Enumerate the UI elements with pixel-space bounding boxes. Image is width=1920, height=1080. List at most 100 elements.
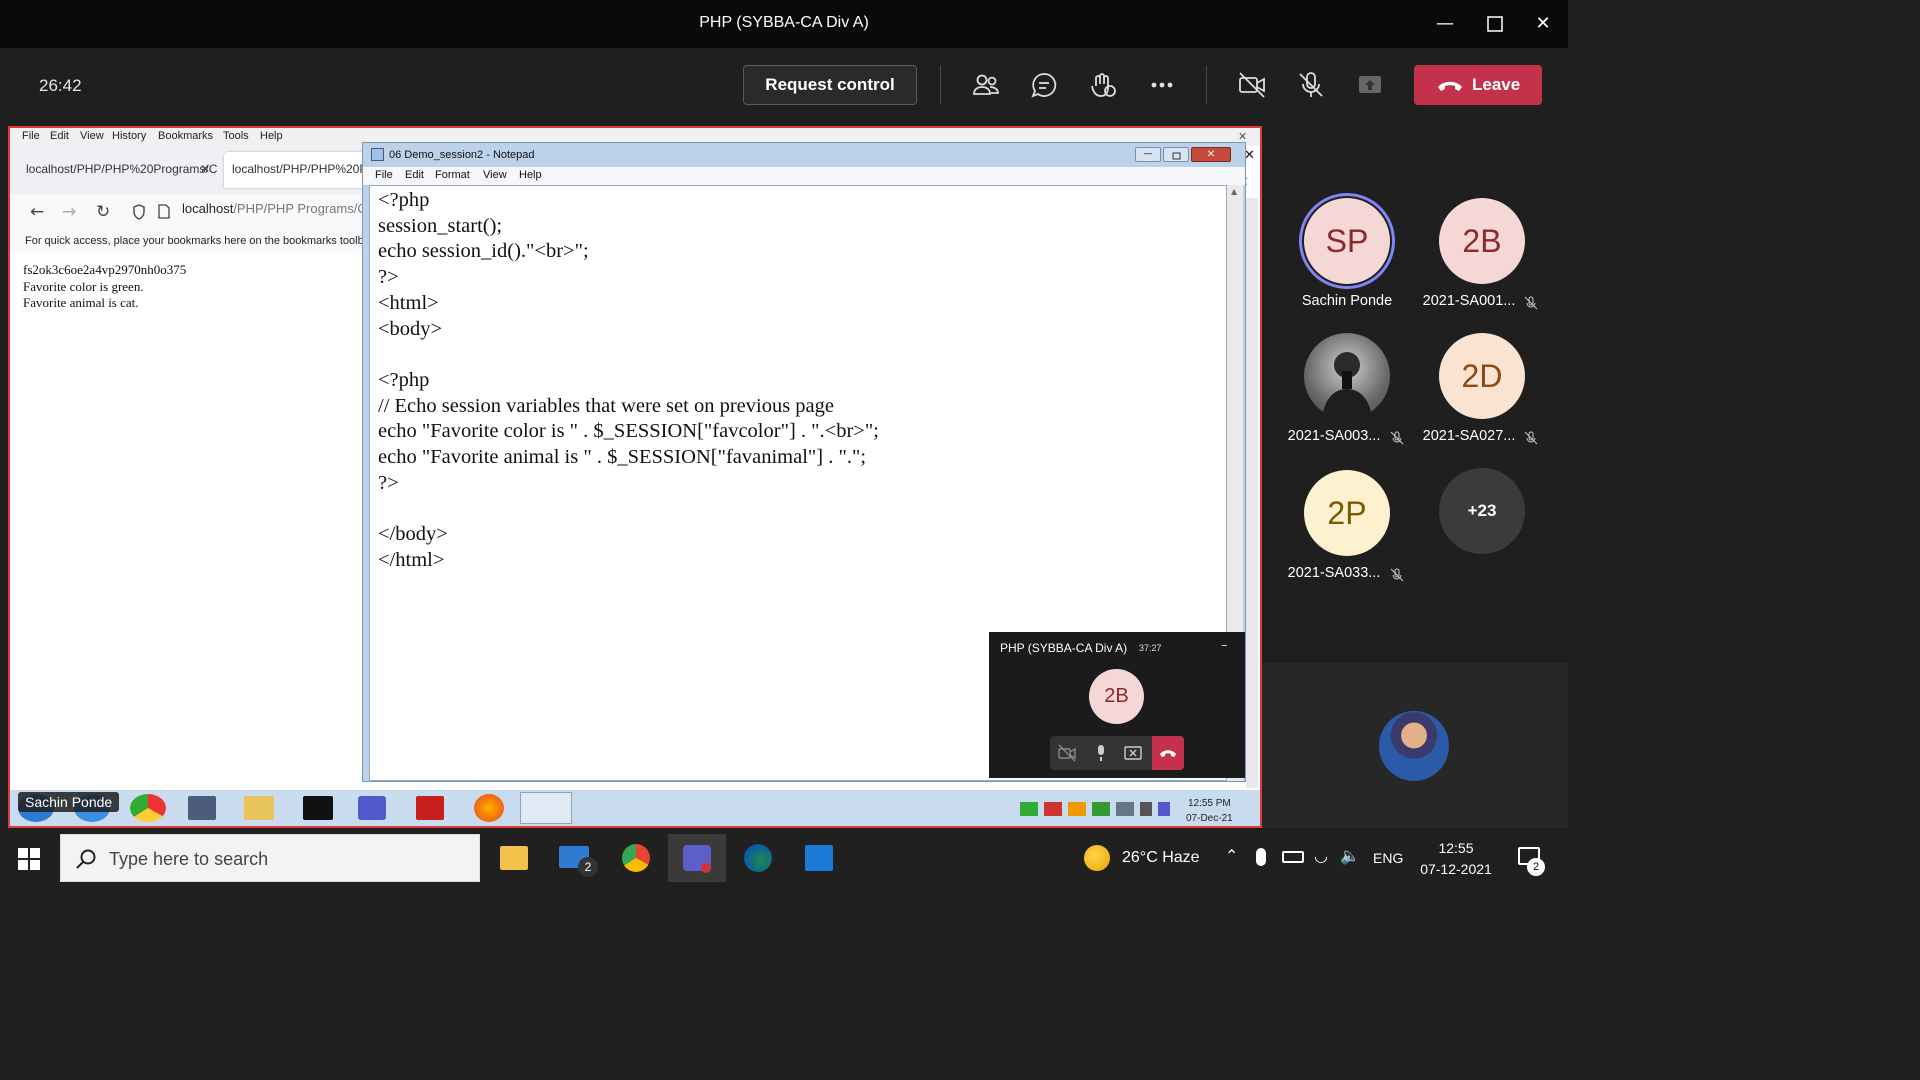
url-path: /PHP/PHP Programs/C bbox=[233, 201, 367, 216]
code-text: <?php session_start(); echo session_id()."… bbox=[378, 188, 879, 574]
shield-icon[interactable] bbox=[132, 204, 146, 224]
remote-pdf-icon[interactable] bbox=[416, 796, 444, 820]
microphone-icon[interactable] bbox=[1256, 848, 1266, 866]
participant-avatar[interactable]: SP bbox=[1304, 198, 1390, 284]
edge-icon[interactable] bbox=[744, 844, 772, 872]
windows-start-icon[interactable] bbox=[18, 848, 40, 874]
battery-icon[interactable] bbox=[1282, 851, 1304, 863]
notepad-menu-help[interactable]: Help bbox=[519, 169, 542, 181]
notepad-menu-edit[interactable]: Edit bbox=[405, 169, 424, 181]
address-bar[interactable]: localhost/PHP/PHP Programs/C bbox=[182, 201, 367, 216]
mail-badge: 2 bbox=[578, 857, 598, 877]
notepad-close-button[interactable]: ✕ bbox=[1191, 147, 1231, 162]
close-tab-icon[interactable]: ✕ bbox=[200, 162, 210, 176]
participant-name: 2021-SA033... bbox=[1287, 565, 1381, 581]
notepad-minimize-button[interactable]: — bbox=[1135, 147, 1161, 162]
code-line: // Echo session variables that were set … bbox=[378, 394, 834, 417]
windows-taskbar: Type here to search 2 26°C Haze ⌃ ◡ 🔈 EN… bbox=[0, 834, 1568, 882]
people-icon[interactable] bbox=[971, 70, 1001, 100]
notepad-menu-format[interactable]: Format bbox=[435, 169, 470, 181]
phone-hangup-icon bbox=[1160, 750, 1176, 757]
browser-menu-history[interactable]: History bbox=[112, 130, 146, 142]
browser-menu-edit[interactable]: Edit bbox=[50, 130, 69, 142]
remote-explorer-icon[interactable] bbox=[244, 796, 274, 820]
browser-menu-tools[interactable]: Tools bbox=[223, 130, 249, 142]
code-line: </html> bbox=[378, 548, 445, 571]
leave-button[interactable]: Leave bbox=[1414, 65, 1542, 105]
code-line: <?php bbox=[378, 368, 430, 391]
meeting-toolbar: 26:42 Request control Leave bbox=[0, 48, 1568, 126]
photos-icon[interactable] bbox=[805, 845, 833, 871]
more-participants-button[interactable]: +23 bbox=[1439, 468, 1525, 554]
browser-tab-label: localhost/PHP/PHP%20Pro bbox=[232, 162, 370, 176]
chat-icon[interactable] bbox=[1029, 70, 1059, 100]
camera-off-icon[interactable] bbox=[1237, 70, 1267, 100]
notepad-menu-view[interactable]: View bbox=[483, 169, 507, 181]
mic-off-icon bbox=[1390, 568, 1404, 582]
weather-text[interactable]: 26°C Haze bbox=[1122, 849, 1200, 867]
back-icon[interactable]: ← bbox=[30, 202, 44, 222]
participant-photo-avatar[interactable] bbox=[1304, 333, 1390, 419]
request-control-button[interactable]: Request control bbox=[743, 65, 917, 105]
mini-stop-share-icon[interactable] bbox=[1122, 742, 1144, 764]
chevron-up-icon[interactable]: ⌃ bbox=[1225, 846, 1238, 866]
remote-notepad-icon[interactable] bbox=[520, 792, 572, 824]
self-view-avatar[interactable] bbox=[1379, 711, 1449, 781]
teams-taskbar-item-active[interactable] bbox=[668, 834, 726, 882]
participant-avatar[interactable]: 2D bbox=[1439, 333, 1525, 419]
chrome-icon[interactable] bbox=[622, 844, 650, 872]
maximize-button[interactable] bbox=[1480, 10, 1510, 38]
close-window-button[interactable]: ✕ bbox=[1528, 10, 1558, 38]
reactions-icon[interactable] bbox=[1088, 70, 1118, 100]
browser-menu-bookmarks[interactable]: Bookmarks bbox=[158, 130, 213, 142]
code-line: </body> bbox=[378, 523, 448, 546]
recording-dot-icon bbox=[701, 863, 711, 873]
mic-off-icon bbox=[1524, 296, 1538, 310]
mini-hangup-button[interactable] bbox=[1152, 736, 1184, 770]
share-screen-icon[interactable] bbox=[1355, 70, 1385, 100]
minimize-button[interactable]: — bbox=[1430, 10, 1460, 38]
mini-mic-icon[interactable] bbox=[1090, 742, 1112, 764]
more-options-icon[interactable] bbox=[1147, 70, 1177, 100]
notepad-menu-file[interactable]: File bbox=[375, 169, 393, 181]
language-indicator[interactable]: ENG bbox=[1373, 850, 1403, 866]
scroll-up-icon[interactable]: ▲ bbox=[1231, 187, 1237, 196]
mini-call-window[interactable]: PHP (SYBBA-CA Div A) 37:27 – 2B bbox=[989, 632, 1245, 778]
notifications-badge: 2 bbox=[1527, 858, 1545, 876]
weather-icon bbox=[1084, 845, 1110, 871]
bg-scrollbar[interactable] bbox=[1246, 198, 1258, 788]
clock-date: 07-12-2021 bbox=[1420, 861, 1492, 877]
wifi-icon[interactable]: ◡ bbox=[1314, 846, 1328, 866]
browser-tab-label: localhost/PHP/PHP%20Programs/C bbox=[26, 162, 218, 176]
mini-camera-off-icon[interactable] bbox=[1056, 742, 1078, 764]
window-title: PHP (SYBBA-CA Div A) bbox=[699, 14, 869, 31]
mic-off-icon[interactable] bbox=[1296, 70, 1326, 100]
taskbar-search-box[interactable]: Type here to search bbox=[60, 834, 480, 882]
remote-teams-icon[interactable] bbox=[358, 796, 386, 820]
browser-menu-help[interactable]: Help bbox=[260, 130, 283, 142]
forward-icon[interactable]: → bbox=[62, 202, 76, 222]
remote-cmd-icon[interactable] bbox=[303, 796, 333, 820]
code-line: ?> bbox=[378, 471, 399, 494]
participant-avatar[interactable]: 2P bbox=[1304, 470, 1390, 556]
toolbar-divider bbox=[940, 66, 941, 104]
mini-minimize-icon[interactable]: – bbox=[1221, 638, 1228, 653]
participant-avatar[interactable]: 2B bbox=[1439, 198, 1525, 284]
remote-firefox-icon[interactable] bbox=[474, 794, 504, 822]
browser-menu-file[interactable]: File bbox=[22, 130, 40, 142]
meeting-timer: 26:42 bbox=[39, 76, 82, 95]
browser-menu-view[interactable]: View bbox=[80, 130, 104, 142]
remote-tray-icons bbox=[1020, 802, 1170, 816]
browser-tab[interactable]: localhost/PHP/PHP%20Programs/C bbox=[18, 152, 218, 188]
clock[interactable]: 12:55 07-12-2021 bbox=[1418, 838, 1494, 880]
browser-tab-active[interactable]: localhost/PHP/PHP%20Pro bbox=[224, 152, 370, 188]
volume-icon[interactable]: 🔈 bbox=[1340, 846, 1360, 866]
browser-page-content: fs2ok3c6oe2a4vp2970nh0o375 Favorite colo… bbox=[23, 262, 186, 312]
notepad-restore-button[interactable] bbox=[1163, 147, 1189, 162]
file-explorer-icon[interactable] bbox=[500, 846, 528, 870]
remote-chrome-icon[interactable] bbox=[130, 794, 166, 822]
reload-icon[interactable]: ↻ bbox=[96, 202, 110, 222]
favorite-animal-text: Favorite animal is cat. bbox=[23, 295, 139, 310]
remote-sql-icon[interactable] bbox=[188, 796, 216, 820]
